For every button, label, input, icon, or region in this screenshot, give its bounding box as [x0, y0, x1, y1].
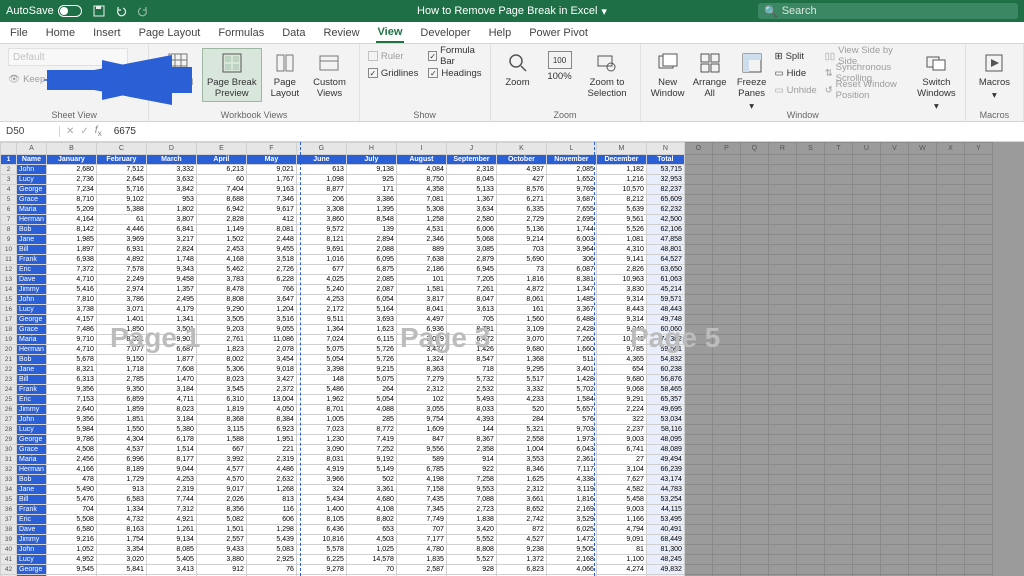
cancel-icon[interactable]: ✕ — [66, 126, 74, 137]
macros-button[interactable]: Macros ▾ — [974, 48, 1015, 104]
keep-button[interactable]: 👁 Keep — [8, 71, 45, 87]
callout-arrow-icon — [42, 55, 192, 105]
tab-developer[interactable]: Developer — [418, 24, 472, 42]
save-icon[interactable] — [92, 4, 106, 18]
tab-page-layout[interactable]: Page Layout — [137, 24, 203, 42]
switch-off-icon — [58, 5, 82, 17]
freeze-panes-button[interactable]: Freeze Panes ▾ — [733, 48, 771, 115]
tab-power-pivot[interactable]: Power Pivot — [527, 24, 590, 42]
autosave-label: AutoSave — [6, 5, 54, 17]
spreadsheet-grid[interactable]: ABCDEFGHIJKLMNOPQRSTUVWXY1NameJanuaryFeb… — [0, 142, 993, 576]
tab-home[interactable]: Home — [44, 24, 77, 42]
hide-button[interactable]: ▭ Hide — [775, 65, 817, 81]
search-input[interactable]: 🔍 Search — [758, 3, 1018, 19]
zoom-100-button[interactable]: 100100% — [541, 48, 579, 85]
chevron-down-icon: ▾ — [601, 5, 607, 18]
fx-icon[interactable]: fx — [95, 125, 102, 138]
autosave-toggle[interactable]: AutoSave — [6, 5, 82, 17]
headings-checkbox[interactable]: ✓Headings — [428, 65, 481, 81]
ribbon-tabs: File Home Insert Page Layout Formulas Data Rev… — [0, 22, 1024, 44]
page-layout-button[interactable]: Page Layout — [266, 48, 305, 102]
ruler-checkbox: Ruler — [368, 48, 419, 64]
tab-data[interactable]: Data — [280, 24, 307, 42]
formula-bar-checkbox[interactable]: ✓Formula Bar — [428, 48, 481, 64]
reset-window-button: ↺ Reset Window Position — [825, 82, 912, 98]
zoom-to-selection-button[interactable]: Zoom to Selection — [583, 48, 632, 102]
redo-icon[interactable] — [136, 4, 150, 18]
tab-file[interactable]: File — [8, 24, 30, 42]
undo-icon[interactable] — [114, 4, 128, 18]
search-icon: 🔍 — [764, 5, 778, 18]
zoom-button[interactable]: Zoom — [499, 48, 537, 91]
gridlines-checkbox[interactable]: ✓Gridlines — [368, 65, 419, 81]
formula-bar[interactable]: 6675 — [108, 126, 1024, 137]
tab-formulas[interactable]: Formulas — [216, 24, 266, 42]
name-box[interactable]: D50 — [0, 126, 60, 137]
document-title[interactable]: How to Remove Page Break in Excel ▾ — [417, 5, 607, 18]
tab-help[interactable]: Help — [487, 24, 514, 42]
tab-review[interactable]: Review — [321, 24, 361, 42]
page-break-preview-button[interactable]: Page Break Preview — [202, 48, 262, 102]
switch-windows-button[interactable]: Switch Windows ▾ — [916, 48, 957, 115]
split-button[interactable]: ⊞ Split — [775, 48, 817, 64]
unhide-button: ▭ Unhide — [775, 82, 817, 98]
new-window-button[interactable]: New Window — [649, 48, 687, 102]
tab-insert[interactable]: Insert — [91, 24, 123, 42]
arrange-all-button[interactable]: Arrange All — [691, 48, 729, 102]
tab-view[interactable]: View — [376, 23, 405, 43]
custom-views-button[interactable]: Custom Views — [308, 48, 351, 102]
enter-icon[interactable]: ✓ — [80, 126, 88, 137]
